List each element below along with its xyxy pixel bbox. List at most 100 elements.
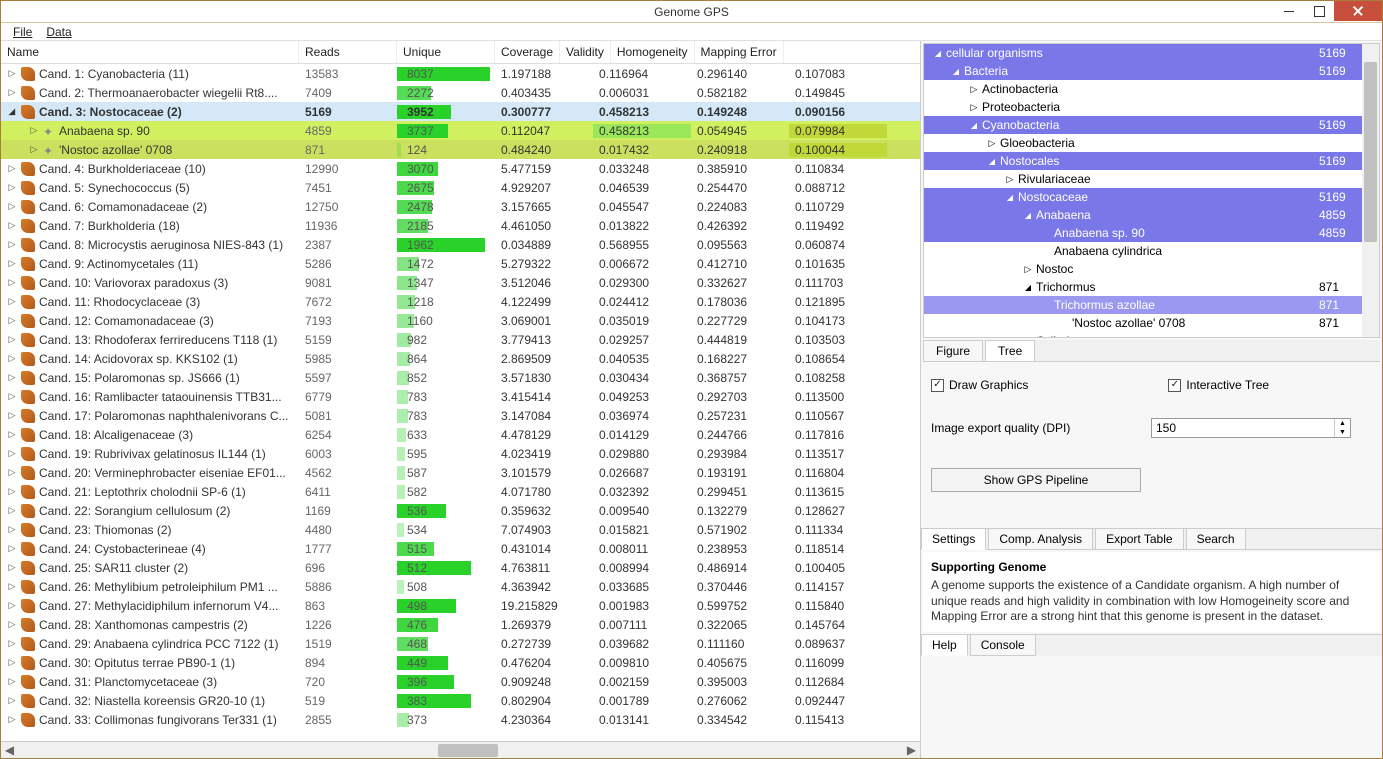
table-row[interactable]: Cand. 1: Cyanobacteria (11)1358380371.19… <box>1 64 920 83</box>
expander-icon[interactable] <box>7 240 17 250</box>
scroll-left-icon[interactable]: ◀ <box>1 742 18 759</box>
tree-node[interactable]: Cylindrospermum <box>924 332 1379 338</box>
spin-up-icon[interactable]: ▲ <box>1335 419 1350 428</box>
horizontal-scrollbar[interactable]: ◀ ▶ <box>1 741 920 758</box>
tree-expander-icon[interactable] <box>986 138 998 149</box>
tab-console[interactable]: Console <box>970 635 1036 656</box>
expander-icon[interactable] <box>7 297 17 307</box>
col-reads[interactable]: Reads <box>299 41 397 63</box>
table-row[interactable]: Cand. 28: Xanthomonas campestris (2)1226… <box>1 615 920 634</box>
tree-node[interactable]: Rivulariaceae <box>924 170 1379 188</box>
expander-icon[interactable] <box>7 354 17 364</box>
expander-icon[interactable] <box>7 69 17 79</box>
expander-icon[interactable] <box>7 715 17 725</box>
tree-node[interactable]: Actinobacteria <box>924 80 1379 98</box>
table-row[interactable]: Cand. 24: Cystobacterineae (4)17775150.4… <box>1 539 920 558</box>
tree-scroll-thumb[interactable] <box>1364 62 1377 242</box>
expander-icon[interactable] <box>7 430 17 440</box>
col-coverage[interactable]: Coverage <box>495 41 560 63</box>
table-row[interactable]: Cand. 15: Polaromonas sp. JS666 (1)55978… <box>1 368 920 387</box>
tab-help[interactable]: Help <box>921 635 968 656</box>
expander-icon[interactable] <box>7 525 17 535</box>
tree-expander-icon[interactable] <box>950 67 962 76</box>
table-row[interactable]: Cand. 14: Acidovorax sp. KKS102 (1)59858… <box>1 349 920 368</box>
col-validity[interactable]: Validity <box>560 41 611 63</box>
tree-expander-icon[interactable] <box>986 157 998 166</box>
expander-icon[interactable] <box>7 392 17 402</box>
scroll-right-icon[interactable]: ▶ <box>903 742 920 759</box>
tree-node[interactable]: Nostocales5169 <box>924 152 1379 170</box>
expander-icon[interactable] <box>7 487 17 497</box>
check-interactive-tree[interactable]: Interactive Tree <box>1168 378 1269 392</box>
table-row[interactable]: Cand. 12: Comamonadaceae (3)719311603.06… <box>1 311 920 330</box>
tree-node[interactable]: Nostoc <box>924 260 1379 278</box>
maximize-button[interactable] <box>1304 1 1334 21</box>
minimize-button[interactable] <box>1274 1 1304 21</box>
expander-icon[interactable] <box>7 449 17 459</box>
tree-node[interactable]: Proteobacteria <box>924 98 1379 116</box>
expander-icon[interactable] <box>7 677 17 687</box>
table-row[interactable]: Cand. 25: SAR11 cluster (2)6965124.76381… <box>1 558 920 577</box>
expander-icon[interactable] <box>7 107 17 117</box>
table-row[interactable]: Cand. 31: Planctomycetaceae (3)7203960.9… <box>1 672 920 691</box>
scroll-thumb[interactable] <box>438 744 498 757</box>
check-draw-graphics[interactable]: Draw Graphics <box>931 378 1028 392</box>
table-row[interactable]: Cand. 21: Leptothrix cholodnii SP-6 (1)6… <box>1 482 920 501</box>
expander-icon[interactable] <box>7 259 17 269</box>
tree-expander-icon[interactable] <box>968 84 980 95</box>
tree-expander-icon[interactable] <box>1004 174 1016 185</box>
expander-icon[interactable] <box>7 601 17 611</box>
table-row[interactable]: Cand. 7: Burkholderia (18)1193621854.461… <box>1 216 920 235</box>
table-row[interactable]: Cand. 19: Rubrivivax gelatinosus IL144 (… <box>1 444 920 463</box>
tree-scrollbar[interactable] <box>1362 44 1379 337</box>
tree-expander-icon[interactable] <box>932 49 944 58</box>
expander-icon[interactable] <box>7 506 17 516</box>
table-row[interactable]: Cand. 32: Niastella koreensis GR20-10 (1… <box>1 691 920 710</box>
dpi-value[interactable] <box>1152 419 1334 437</box>
expander-icon[interactable] <box>7 620 17 630</box>
expander-icon[interactable] <box>7 221 17 231</box>
tree-node[interactable]: 'Nostoc azollae' 0708871 <box>924 314 1379 332</box>
tab-figure[interactable]: Figure <box>923 340 983 361</box>
expander-icon[interactable] <box>7 164 17 174</box>
table-row[interactable]: Cand. 10: Variovorax paradoxus (3)908113… <box>1 273 920 292</box>
table-body[interactable]: Cand. 1: Cyanobacteria (11)1358380371.19… <box>1 64 920 741</box>
table-row[interactable]: Cand. 29: Anabaena cylindrica PCC 7122 (… <box>1 634 920 653</box>
tree-node[interactable]: Anabaena sp. 904859 <box>924 224 1379 242</box>
expander-icon[interactable] <box>7 582 17 592</box>
table-row[interactable]: Cand. 11: Rhodocyclaceae (3)767212184.12… <box>1 292 920 311</box>
table-row[interactable]: Cand. 9: Actinomycetales (11)528614725.2… <box>1 254 920 273</box>
table-row[interactable]: Cand. 33: Collimonas fungivorans Ter331 … <box>1 710 920 729</box>
tree-node[interactable]: Trichormus azollae871 <box>924 296 1379 314</box>
expander-icon[interactable] <box>29 145 39 155</box>
table-row[interactable]: ✦Anabaena sp. 90485937370.1120470.458213… <box>1 121 920 140</box>
table-row[interactable]: Cand. 26: Methylibium petroleiphilum PM1… <box>1 577 920 596</box>
tree-expander-icon[interactable] <box>1022 264 1034 275</box>
tab-tree[interactable]: Tree <box>985 340 1035 361</box>
tree-node[interactable]: Cyanobacteria5169 <box>924 116 1379 134</box>
expander-icon[interactable] <box>7 88 17 98</box>
tree-node[interactable]: Trichormus871 <box>924 278 1379 296</box>
tree-node[interactable]: Anabaena4859 <box>924 206 1379 224</box>
expander-icon[interactable] <box>7 335 17 345</box>
expander-icon[interactable] <box>7 468 17 478</box>
menu-data[interactable]: Data <box>46 25 71 39</box>
table-row[interactable]: Cand. 17: Polaromonas naphthalenivorans … <box>1 406 920 425</box>
spin-down-icon[interactable]: ▼ <box>1335 428 1350 437</box>
table-row[interactable]: Cand. 4: Burkholderiaceae (10)1299030705… <box>1 159 920 178</box>
taxonomy-tree[interactable]: cellular organisms5169Bacteria5169Actino… <box>923 43 1380 338</box>
expander-icon[interactable] <box>7 696 17 706</box>
table-row[interactable]: Cand. 2: Thermoanaerobacter wiegelii Rt8… <box>1 83 920 102</box>
expander-icon[interactable] <box>7 183 17 193</box>
col-mapping-error[interactable]: Mapping Error <box>695 41 784 63</box>
table-row[interactable]: Cand. 20: Verminephrobacter eiseniae EF0… <box>1 463 920 482</box>
table-row[interactable]: Cand. 6: Comamonadaceae (2)1275024783.15… <box>1 197 920 216</box>
menu-file[interactable]: File <box>13 25 32 39</box>
tree-node[interactable]: Gloeobacteria <box>924 134 1379 152</box>
table-row[interactable]: Cand. 22: Sorangium cellulosum (2)116953… <box>1 501 920 520</box>
col-name[interactable]: Name <box>1 41 299 63</box>
expander-icon[interactable] <box>7 639 17 649</box>
tree-expander-icon[interactable] <box>1022 336 1034 339</box>
tab-comp-analysis[interactable]: Comp. Analysis <box>988 528 1093 550</box>
tree-expander-icon[interactable] <box>1022 283 1034 292</box>
